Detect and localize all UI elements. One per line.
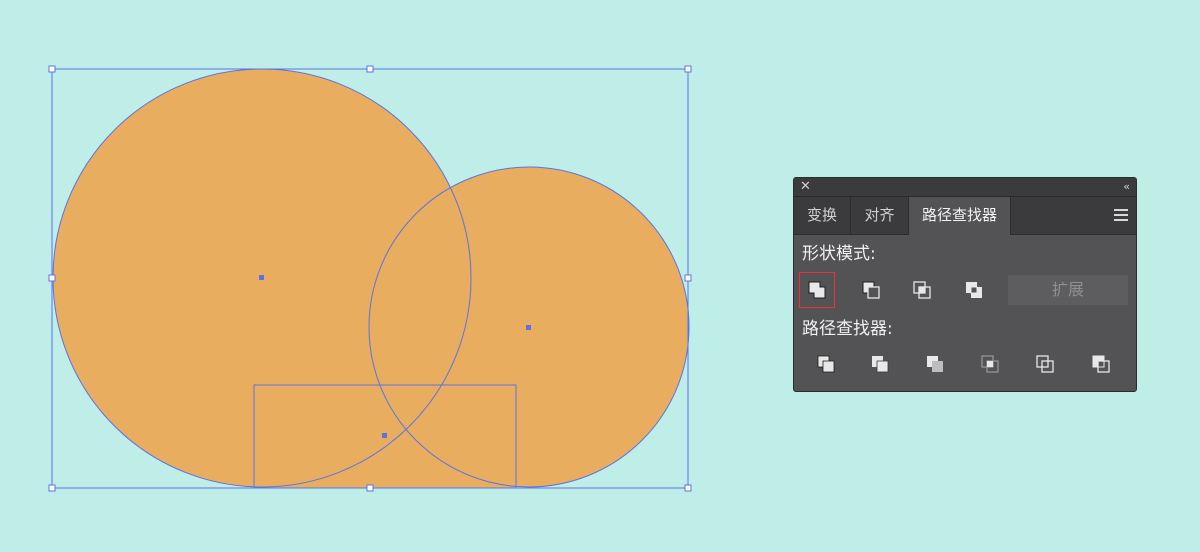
collapse-panel-icon[interactable]: ‹‹ — [1123, 179, 1130, 195]
crop-icon — [981, 355, 999, 373]
divide-icon — [817, 355, 835, 373]
handle-bottom-center[interactable] — [366, 484, 374, 492]
handle-middle-left[interactable] — [48, 274, 56, 282]
minus-front-button[interactable] — [853, 272, 889, 308]
pathfinder-panel: ✕ ‹‹ 变换 对齐 路径查找器 形状模式: 扩展 路径查找器: — [793, 177, 1137, 392]
panel-titlebar[interactable]: ✕ ‹‹ — [794, 178, 1136, 197]
intersect-button[interactable] — [904, 272, 940, 308]
panel-menu-icon[interactable] — [1114, 209, 1128, 221]
merge-button[interactable] — [917, 346, 953, 382]
unite-icon — [808, 281, 826, 299]
handle-top-right[interactable] — [684, 65, 692, 73]
large-circle-center-point — [259, 275, 264, 280]
unite-button[interactable] — [799, 272, 835, 308]
expand-button[interactable]: 扩展 — [1008, 275, 1128, 305]
exclude-button[interactable] — [956, 272, 992, 308]
handle-bottom-left[interactable] — [48, 484, 56, 492]
trim-button[interactable] — [862, 346, 898, 382]
small-circle-center-point — [526, 325, 531, 330]
handle-top-left[interactable] — [48, 65, 56, 73]
tab-align[interactable]: 对齐 — [851, 197, 908, 234]
rectangle-center-point — [382, 433, 387, 438]
pathfinders-label: 路径查找器: — [802, 319, 893, 339]
merge-icon — [927, 356, 943, 372]
outline-icon — [1036, 355, 1054, 373]
crop-button[interactable] — [972, 346, 1008, 382]
close-x-icon[interactable]: ✕ — [800, 179, 811, 195]
exclude-icon — [966, 282, 982, 298]
minus-back-icon — [1092, 355, 1110, 373]
shape-modes-label: 形状模式: — [802, 244, 876, 264]
outline-button[interactable] — [1027, 346, 1063, 382]
handle-middle-right[interactable] — [684, 274, 692, 282]
shape-fill-group — [53, 69, 689, 488]
divide-button[interactable] — [808, 346, 844, 382]
minus-front-icon — [862, 281, 880, 299]
handle-bottom-right[interactable] — [684, 484, 692, 492]
minus-back-button[interactable] — [1083, 346, 1119, 382]
intersect-icon — [913, 281, 931, 299]
trim-icon — [872, 356, 889, 373]
handle-top-center[interactable] — [366, 65, 374, 73]
panel-tab-bar: 变换 对齐 路径查找器 — [794, 197, 1136, 235]
tab-pathfinder[interactable]: 路径查找器 — [908, 197, 1011, 235]
tab-transform[interactable]: 变换 — [794, 197, 851, 234]
